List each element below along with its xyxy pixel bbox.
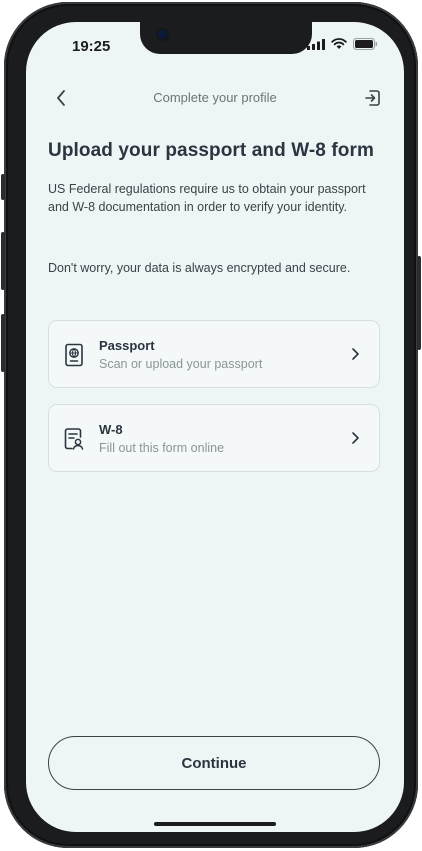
chevron-right-icon <box>352 348 359 360</box>
regulation-text: US Federal regulations require us to obt… <box>48 182 366 214</box>
home-indicator <box>154 822 276 826</box>
camera-icon <box>158 30 167 39</box>
volume-up-button <box>1 232 5 290</box>
page-header-title: Complete your profile <box>153 90 277 105</box>
w8-card[interactable]: W-8 Fill out this form online <box>48 404 380 472</box>
status-time: 19:25 <box>72 38 111 55</box>
status-icons <box>307 38 378 50</box>
notch <box>140 22 312 54</box>
passport-card-subtitle: Scan or upload your passport <box>99 357 263 371</box>
security-text: Don't worry, your data is always encrypt… <box>48 261 351 275</box>
signal-icon <box>307 38 325 50</box>
volume-down-button <box>1 314 5 372</box>
battery-icon <box>353 38 378 50</box>
continue-button[interactable]: Continue <box>48 736 380 790</box>
wifi-icon <box>331 38 347 49</box>
mute-switch <box>1 174 5 200</box>
w8-card-subtitle: Fill out this form online <box>99 441 225 455</box>
passport-icon <box>65 343 83 367</box>
header: Complete your profile <box>26 86 404 114</box>
phone-frame: 19:25 Complete your profile Upload your … <box>1 2 421 848</box>
chevron-right-icon <box>352 432 359 444</box>
passport-card-title: Passport <box>99 338 155 353</box>
power-button <box>417 256 421 350</box>
exit-icon[interactable] <box>362 88 382 108</box>
passport-card[interactable]: Passport Scan or upload your passport <box>48 320 380 388</box>
w8-card-title: W-8 <box>99 422 123 437</box>
page-title: Upload your passport and W-8 form <box>48 140 374 161</box>
screen: 19:25 Complete your profile Upload your … <box>26 22 404 832</box>
form-icon <box>64 428 84 450</box>
